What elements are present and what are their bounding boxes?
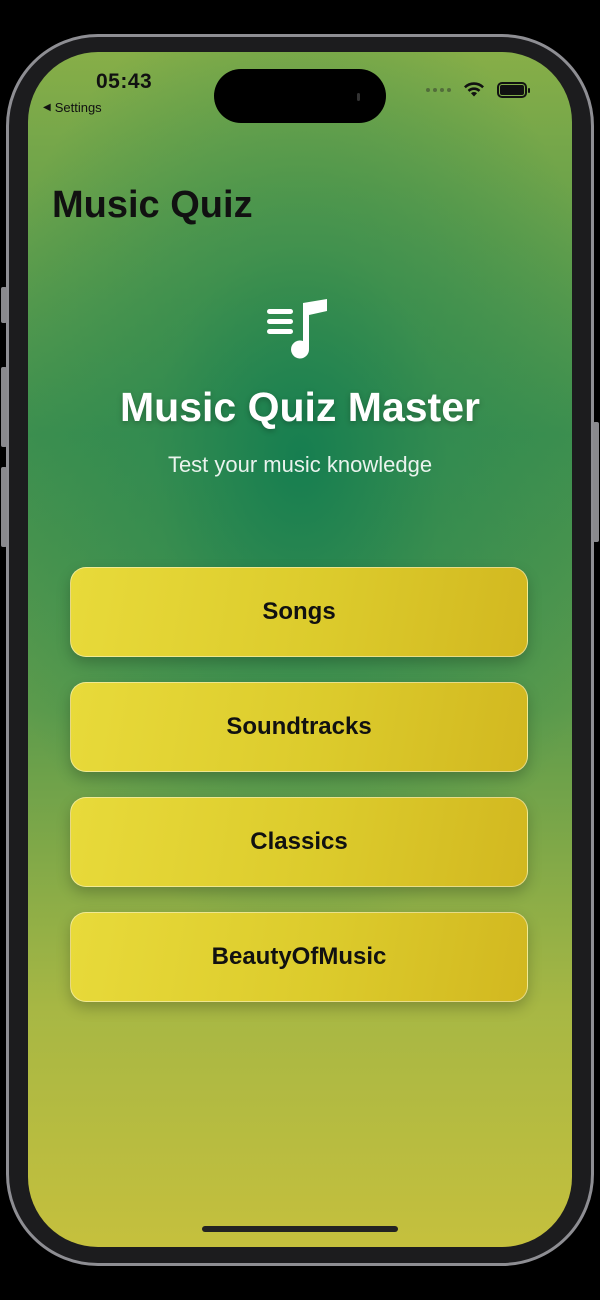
dynamic-island xyxy=(214,69,386,123)
category-button-classics[interactable]: Classics xyxy=(70,797,528,887)
action-button xyxy=(1,287,7,323)
volume-up-button xyxy=(1,367,7,447)
category-button-soundtracks[interactable]: Soundtracks xyxy=(70,682,528,772)
app-screen: 05:43 ◀ Settings Music Quiz Music Quiz M… xyxy=(28,52,572,1247)
battery-icon xyxy=(497,82,530,98)
wifi-icon xyxy=(464,82,484,97)
category-menu: Songs Soundtracks Classics BeautyOfMusic xyxy=(70,567,528,1027)
music-note-list-icon xyxy=(267,299,327,359)
hero-title: Music Quiz Master xyxy=(120,384,480,430)
status-indicators xyxy=(426,82,530,98)
back-to-settings-link[interactable]: ◀ Settings xyxy=(43,100,102,115)
signal-icon xyxy=(426,88,451,92)
camera-dot xyxy=(357,93,360,101)
back-triangle-icon: ◀ xyxy=(43,102,51,113)
category-button-beautyofmusic[interactable]: BeautyOfMusic xyxy=(70,912,528,1002)
navigation-title: Music Quiz xyxy=(52,184,253,226)
power-button xyxy=(593,422,599,542)
back-link-label: Settings xyxy=(54,100,102,115)
status-time: 05:43 xyxy=(96,70,153,93)
volume-down-button xyxy=(1,467,7,547)
hero-subtitle: Test your music knowledge xyxy=(167,452,433,477)
home-indicator[interactable] xyxy=(202,1226,398,1232)
category-button-songs[interactable]: Songs xyxy=(70,567,528,657)
